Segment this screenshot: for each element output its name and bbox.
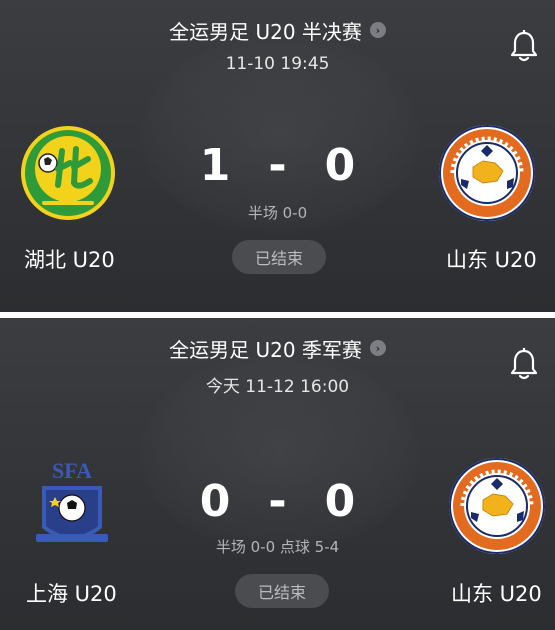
home-score: 0 xyxy=(199,476,231,527)
home-team-name[interactable]: 湖北 U20 xyxy=(24,244,115,274)
match-score: 1 - 0 xyxy=(0,140,555,191)
chevron-right-icon[interactable]: › xyxy=(369,340,386,356)
match-score: 0 - 0 xyxy=(0,476,555,527)
away-score: 0 xyxy=(324,476,356,527)
bell-icon[interactable] xyxy=(509,30,539,64)
away-team-name[interactable]: 山东 U20 xyxy=(451,578,542,608)
home-score: 1 xyxy=(199,140,231,191)
match-card-1[interactable]: 全运男足 U20 半决赛 › 11-10 19:45 湖北 U20 山东 U20… xyxy=(0,0,555,312)
away-score: 0 xyxy=(324,140,356,191)
match-datetime: 11-10 19:45 xyxy=(225,54,330,74)
competition-title: 全运男足 U20 季军赛 xyxy=(169,337,362,362)
match-card-2[interactable]: 全运男足 U20 季军赛 › 今天 11-12 16:00 SFA 上海 U20… xyxy=(0,318,555,630)
match-header[interactable]: 全运男足 U20 半决赛 › xyxy=(0,14,555,46)
chevron-right-icon[interactable]: › xyxy=(369,22,386,38)
score-separator: - xyxy=(268,140,287,191)
match-datetime: 今天 11-12 16:00 xyxy=(205,377,350,397)
competition-title: 全运男足 U20 半决赛 xyxy=(169,19,362,44)
penalty-score: 半场 0-0 点球 5-4 xyxy=(215,538,340,556)
score-separator: - xyxy=(268,476,287,527)
status-badge: 已结束 xyxy=(232,240,326,274)
half-time-score: 半场 0-0 xyxy=(247,204,308,222)
match-header[interactable]: 全运男足 U20 季军赛 › xyxy=(0,332,555,364)
status-badge: 已结束 xyxy=(235,574,329,608)
bell-icon[interactable] xyxy=(509,348,539,382)
home-team-name[interactable]: 上海 U20 xyxy=(26,578,117,608)
away-team-name[interactable]: 山东 U20 xyxy=(446,244,537,274)
